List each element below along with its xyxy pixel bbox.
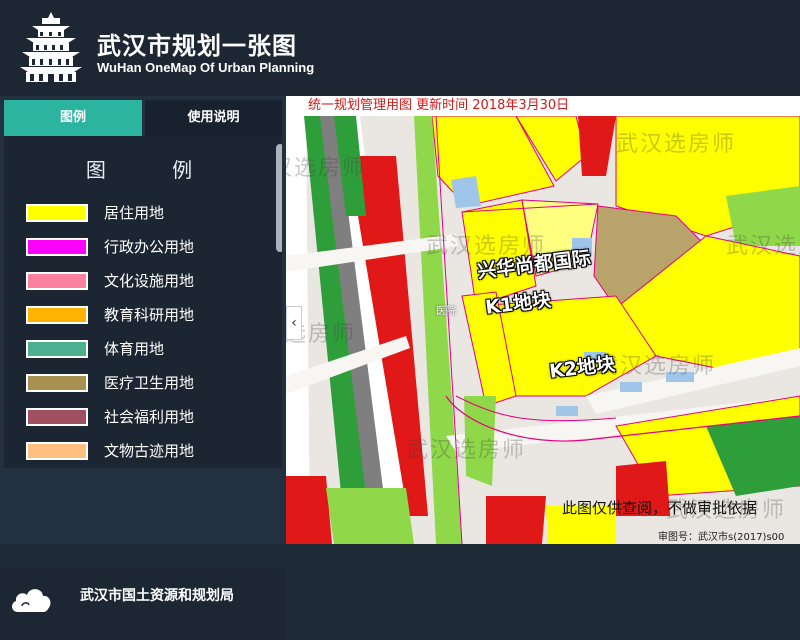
app-header: 武汉市规划一张图 WuHan OneMap Of Urban Planning [0,0,800,96]
legend-swatch [26,374,88,392]
legend-scrollbar[interactable] [276,144,282,252]
app-subtitle: WuHan OneMap Of Urban Planning [97,60,315,75]
legend-label: 文物古迹用地 [104,442,195,460]
legend-label: 教育科研用地 [104,306,195,324]
map-caption: 统一规划管理用图 更新时间 2018年3月30日 [286,96,800,116]
yellow-crane-tower-icon [20,12,82,82]
chevron-left-icon: ‹ [291,315,297,331]
bureau-name: 武汉市国土资源和规划局 [80,588,234,604]
legend-swatch [26,204,88,222]
legend-swatch [26,306,88,324]
tab-legend[interactable]: 图例 [4,100,142,136]
legend-label: 居住用地 [104,204,165,222]
legend-swatch [26,340,88,358]
map-view[interactable]: 统一规划管理用图 更新时间 2018年3月30日 武汉选房师 武汉选房师 武汉选… [286,96,800,544]
land-use-map[interactable] [286,96,800,544]
sidebar: 图例 使用说明 图 例 居住用地 行政办公用地 文化设施用地 教育科研用地 体育… [0,96,286,640]
legend-label: 文化设施用地 [104,272,195,290]
collapse-sidebar-button[interactable]: ‹ [286,306,302,340]
disclaimer-text: 此图仅供查阅，不做审批依据 [562,499,758,517]
legend-swatch [26,238,88,256]
legend-swatch [26,272,88,290]
legend-label: 体育用地 [104,340,165,358]
legend-label: 行政办公用地 [104,238,195,256]
legend-label: 医疗卫生用地 [104,374,195,392]
legend-swatch [26,442,88,460]
legend-title: 图 例 [85,158,223,182]
approval-number: 审图号：武汉市s(2017)s00 [658,532,785,543]
cloud-icon [12,589,51,612]
legend-label: 社会福利用地 [104,408,195,426]
app-title: 武汉市规划一张图 [97,32,297,60]
legend-swatch [26,408,88,426]
legend-panel: 图 例 居住用地 行政办公用地 文化设施用地 教育科研用地 体育用地 医疗卫生用… [4,136,282,468]
sidebar-footer: 武汉市国土资源和规划局 [0,568,286,640]
tab-help[interactable]: 使用说明 [145,100,282,136]
road-label: 医院 [436,306,456,317]
